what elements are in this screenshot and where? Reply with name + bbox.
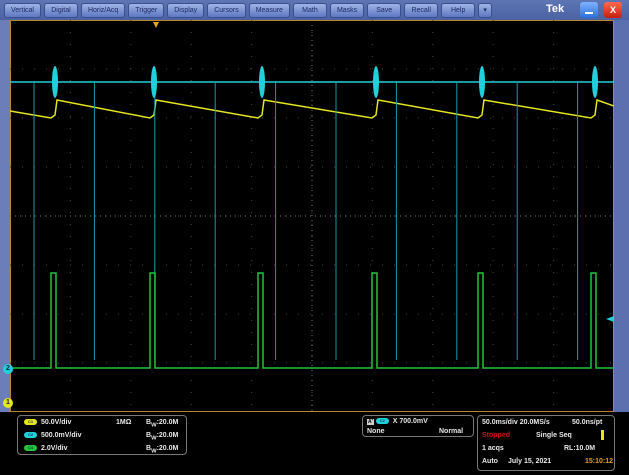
ch2-burst bbox=[52, 66, 58, 98]
acq-state: Stopped bbox=[482, 432, 510, 439]
channel-readout-box[interactable]: C1 50.0V/div 1MΩ C2 500.0mV/div C4 2.0V/div… bbox=[17, 415, 187, 455]
menu-cursors[interactable]: Cursors bbox=[207, 2, 246, 18]
ch2-burst bbox=[259, 66, 265, 98]
channel-4-row[interactable]: C4 2.0V/div bbox=[24, 445, 67, 452]
right-strip bbox=[614, 20, 629, 412]
ch1-marker[interactable]: 1 bbox=[3, 398, 13, 408]
c2-badge: C2 bbox=[24, 432, 37, 439]
resolution: 50.0ns/pt bbox=[572, 419, 603, 426]
menu-more-button[interactable]: ▾ bbox=[478, 2, 493, 18]
close-button[interactable]: X bbox=[604, 2, 622, 18]
ch2-marker[interactable]: 2 bbox=[3, 364, 13, 374]
c2-scale: 500.0mV/div bbox=[41, 432, 82, 439]
trigger-readout-box[interactable]: A' C2 X 700.0mV None Normal bbox=[362, 415, 474, 437]
waveform-display[interactable] bbox=[10, 20, 614, 412]
menu-math[interactable]: Math bbox=[292, 2, 327, 18]
c1-badge: C1 bbox=[24, 419, 37, 426]
c4-bandwidth: BW:20.0M bbox=[146, 445, 179, 455]
channel-1-row[interactable]: C1 50.0V/div bbox=[24, 419, 71, 426]
left-strip bbox=[0, 20, 10, 412]
menu-recall[interactable]: Recall bbox=[404, 2, 439, 18]
trigger-level: 700.0mV bbox=[399, 418, 428, 425]
trigger-mode-icon: A' bbox=[367, 419, 374, 425]
status-area: C1 50.0V/div 1MΩ C2 500.0mV/div C4 2.0V/div… bbox=[0, 412, 629, 475]
trigger-coupling: None bbox=[367, 428, 385, 435]
menu-bar: Vertical Digital Horiz/Acq Trigger Displ… bbox=[0, 0, 629, 20]
c4-badge: C4 bbox=[24, 445, 37, 452]
c1-coupling: 1MΩ bbox=[116, 419, 132, 426]
menu-digital[interactable]: Digital bbox=[43, 2, 78, 18]
c2-bandwidth: BW:20.0M bbox=[146, 432, 179, 442]
ch2-burst bbox=[479, 66, 485, 98]
trigger-source-badge: C2 bbox=[375, 418, 389, 425]
menu-masks[interactable]: Masks bbox=[329, 2, 365, 18]
c1-bandwidth: BW:20.0M bbox=[146, 419, 179, 429]
menu-trigger[interactable]: Trigger bbox=[128, 2, 165, 18]
c4-scale: 2.0V/div bbox=[41, 445, 68, 452]
auto-label: Auto bbox=[482, 458, 498, 465]
ch2-burst bbox=[592, 66, 598, 98]
date: July 15, 2021 bbox=[508, 458, 552, 465]
menu-save[interactable]: Save bbox=[367, 2, 402, 18]
trigger-slope-icon: X bbox=[392, 418, 398, 425]
acq-count: 1 acqs bbox=[482, 445, 504, 452]
ch2-burst bbox=[151, 66, 157, 98]
channel-2-row[interactable]: C2 500.0mV/div bbox=[24, 432, 81, 439]
menu-measure[interactable]: Measure bbox=[248, 2, 290, 18]
ch2-burst bbox=[373, 66, 379, 98]
c1-scale: 50.0V/div bbox=[41, 419, 72, 426]
trigger-type: Normal bbox=[439, 428, 464, 435]
timebase: 50.0ms/div 20.0MS/s bbox=[482, 419, 550, 426]
minimize-button[interactable] bbox=[580, 2, 598, 18]
menu-horiz-acq[interactable]: Horiz/Acq bbox=[80, 2, 126, 18]
menu-help[interactable]: Help bbox=[441, 2, 476, 18]
time: 15:10:12 bbox=[585, 458, 614, 465]
trigger-status-icon bbox=[601, 430, 604, 440]
record-length: RL:10.0M bbox=[564, 445, 596, 452]
menu-display[interactable]: Display bbox=[167, 2, 205, 18]
acq-mode: Single Seq bbox=[536, 432, 572, 439]
tek-logo: Tek bbox=[546, 3, 565, 15]
menu-vertical[interactable]: Vertical bbox=[4, 2, 41, 18]
acquisition-readout-box[interactable]: 50.0ms/div 20.0MS/s 50.0ns/pt Stopped Si… bbox=[477, 415, 615, 471]
